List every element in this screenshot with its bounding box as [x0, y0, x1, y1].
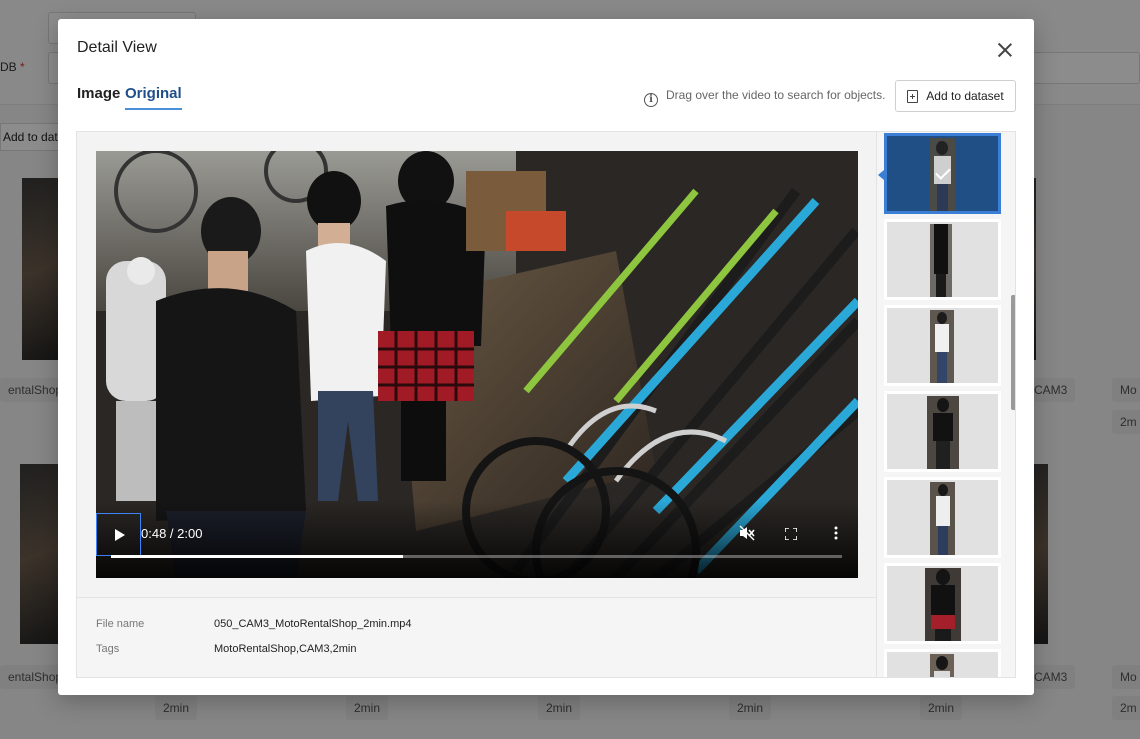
thumbnail-item[interactable]: [884, 133, 1001, 214]
tags-value: MotoRentalShop,CAM3,2min: [214, 643, 357, 655]
fullscreen-icon[interactable]: [785, 528, 797, 540]
info-icon: i: [644, 93, 658, 107]
file-name-value: 050_CAM3_MotoRentalShop_2min.mp4: [214, 618, 412, 630]
video-player[interactable]: 0:48 / 2:00: [96, 151, 858, 578]
person-thumbnail: [930, 482, 955, 555]
file-name-label: File name: [96, 618, 145, 630]
search-hint: i Drag over the video to search for objec…: [644, 88, 885, 107]
thumbnail-list: [876, 132, 1015, 677]
file-details: File name 050_CAM3_MotoRentalShop_2min.m…: [77, 597, 876, 677]
person-thumbnail: [930, 654, 954, 677]
tab-original[interactable]: Original: [125, 85, 182, 110]
thumbnail-item[interactable]: [884, 305, 1001, 386]
video-progress-fill: [111, 555, 404, 558]
mute-icon[interactable]: [739, 525, 755, 541]
thumbnail-item[interactable]: [884, 219, 1001, 300]
detail-view-modal: Detail View Image Original i Drag over th…: [58, 19, 1034, 695]
thumbnail-scrollbar[interactable]: [1011, 295, 1015, 410]
thumbnail-item[interactable]: [884, 563, 1001, 644]
modal-title: Detail View: [77, 39, 157, 56]
thumbnail-item[interactable]: [884, 649, 1001, 677]
tags-label: Tags: [96, 643, 120, 655]
thumbnail-item[interactable]: [884, 477, 1001, 558]
add-file-icon: [907, 89, 919, 103]
video-viewer: 0:48 / 2:00: [77, 132, 876, 597]
tab-image[interactable]: Image: [77, 85, 120, 102]
video-time: 0:48 / 2:00: [141, 526, 203, 541]
thumbnail-item[interactable]: [884, 391, 1001, 472]
close-icon[interactable]: [995, 40, 1015, 60]
detail-content: 0:48 / 2:00 File name 050_CAM3_MotoRenta…: [76, 131, 1016, 678]
add-to-dataset-label: Add to dataset: [926, 89, 1004, 103]
person-thumbnail: [925, 568, 961, 641]
person-thumbnail: [930, 224, 952, 297]
play-icon[interactable]: [96, 513, 141, 556]
video-progress-bar[interactable]: [111, 555, 842, 558]
person-thumbnail: [930, 310, 954, 383]
search-hint-text: Drag over the video to search for object…: [666, 88, 886, 102]
more-icon[interactable]: [834, 526, 838, 540]
selection-pointer: [878, 170, 884, 180]
add-to-dataset-button[interactable]: Add to dataset: [895, 80, 1016, 112]
person-thumbnail: [927, 396, 959, 469]
